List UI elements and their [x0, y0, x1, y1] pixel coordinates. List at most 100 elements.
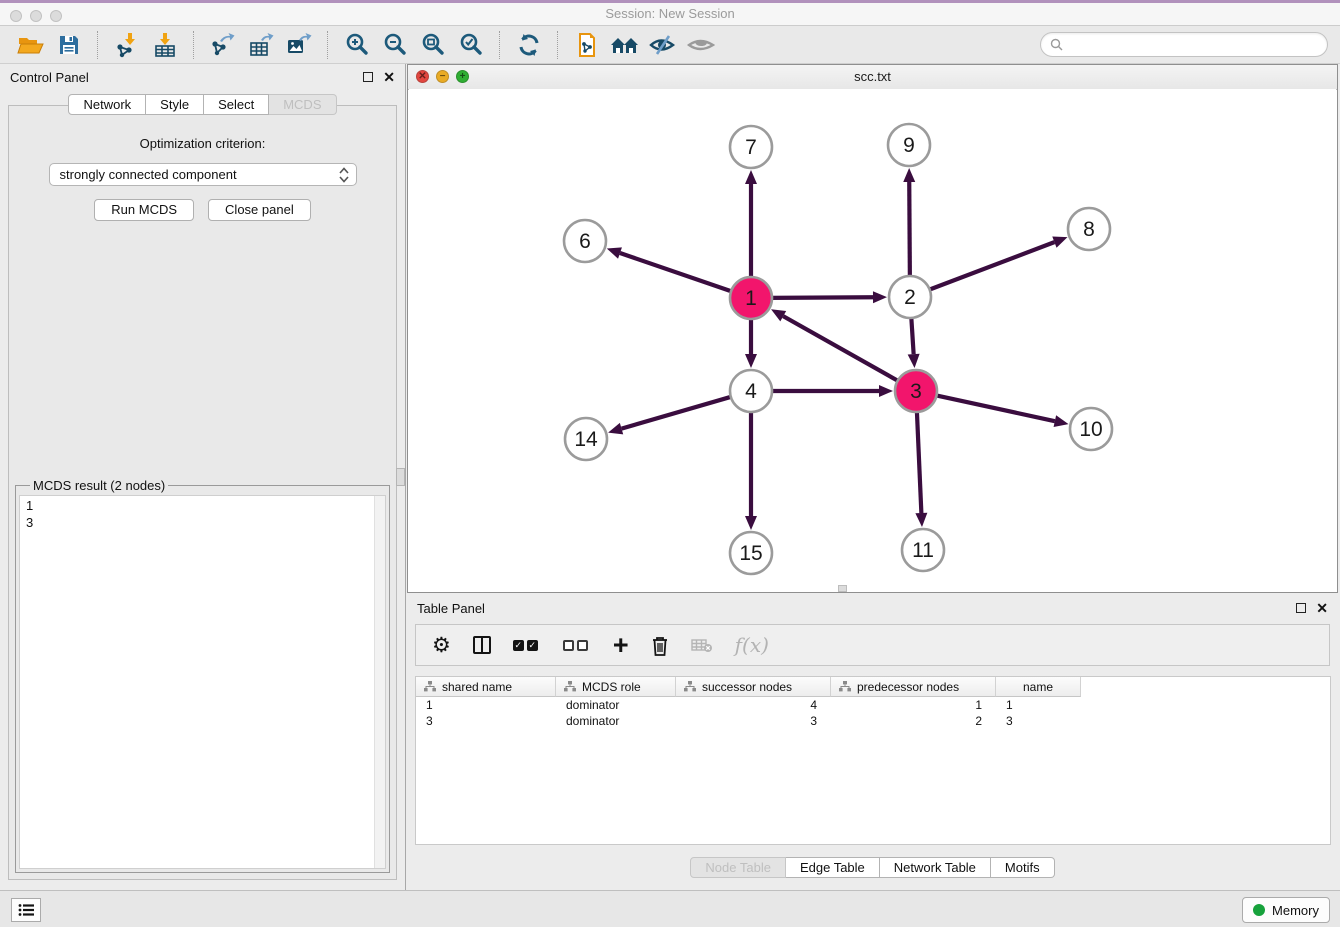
- node-label: 14: [574, 428, 598, 451]
- search-icon: [1050, 38, 1063, 51]
- network-window-title: scc.txt: [408, 65, 1337, 88]
- edge-1-6[interactable]: [620, 253, 733, 292]
- zoom-out-button[interactable]: [376, 28, 414, 62]
- maximize-network-button[interactable]: +: [456, 70, 469, 83]
- table-row[interactable]: 1dominator411: [416, 697, 1330, 713]
- network-scroll-handle[interactable]: [838, 585, 847, 592]
- table-cell[interactable]: 3: [676, 713, 831, 729]
- window-traffic-lights[interactable]: [10, 10, 62, 22]
- edge-2-9[interactable]: [909, 182, 910, 278]
- edge-2-3[interactable]: [911, 316, 913, 354]
- export-image-icon: [286, 32, 312, 58]
- column-header-shared-name[interactable]: shared name: [416, 677, 556, 697]
- tab-motifs[interactable]: Motifs: [991, 857, 1055, 878]
- zoom-in-button[interactable]: [338, 28, 376, 62]
- mcds-result-title: MCDS result (2 nodes): [30, 478, 168, 493]
- home-button[interactable]: [606, 28, 644, 62]
- column-header-name[interactable]: name: [996, 677, 1081, 697]
- edge-3-1[interactable]: [783, 316, 899, 382]
- split-columns-icon[interactable]: [473, 636, 491, 654]
- import-network-button[interactable]: [108, 28, 146, 62]
- zoom-selected-button[interactable]: [452, 28, 490, 62]
- mcds-result-text[interactable]: 1 3: [19, 495, 386, 869]
- tab-edge-table[interactable]: Edge Table: [786, 857, 880, 878]
- minimize-window-button[interactable]: [30, 10, 42, 22]
- network-canvas[interactable]: 1234678910111415: [409, 89, 1336, 591]
- result-scrollbar[interactable]: [374, 496, 385, 868]
- export-network-button[interactable]: [204, 28, 242, 62]
- edge-3-10[interactable]: [935, 395, 1055, 421]
- table-cell[interactable]: 1: [996, 697, 1081, 713]
- tab-network[interactable]: Network: [68, 94, 146, 115]
- zoom-fit-button[interactable]: [414, 28, 452, 62]
- float-panel-icon[interactable]: [363, 72, 373, 82]
- apply-layout-button[interactable]: [510, 28, 548, 62]
- deselect-all-icon[interactable]: [563, 640, 591, 651]
- table-cell[interactable]: dominator: [556, 697, 676, 713]
- column-header-successor-nodes[interactable]: successor nodes: [676, 677, 831, 697]
- table-row[interactable]: 3dominator323: [416, 713, 1330, 729]
- trash-icon[interactable]: [651, 635, 669, 656]
- table-cell[interactable]: dominator: [556, 713, 676, 729]
- gear-icon[interactable]: ⚙: [432, 633, 451, 658]
- toolbar-separator: [327, 31, 329, 59]
- node-label: 10: [1079, 418, 1102, 441]
- network-window-titlebar[interactable]: ✕ − + scc.txt: [408, 65, 1337, 90]
- node-table[interactable]: shared nameMCDS rolesuccessor nodesprede…: [415, 676, 1331, 845]
- table-cell[interactable]: 2: [831, 713, 996, 729]
- save-session-button[interactable]: [50, 28, 88, 62]
- table-cell[interactable]: 3: [996, 713, 1081, 729]
- optimization-criterion-select[interactable]: strongly connected component: [49, 163, 357, 186]
- close-window-button[interactable]: [10, 10, 22, 22]
- panel-splitter-handle[interactable]: [396, 468, 405, 486]
- toolbar-separator: [557, 31, 559, 59]
- edge-arrowhead: [1052, 237, 1067, 248]
- table-cell[interactable]: 3: [416, 713, 556, 729]
- export-table-button[interactable]: [242, 28, 280, 62]
- edge-arrowhead: [1054, 415, 1069, 427]
- clone-network-button[interactable]: [568, 28, 606, 62]
- show-visual-button[interactable]: [682, 28, 720, 62]
- open-folder-icon: [17, 33, 45, 57]
- optimization-criterion-value: strongly connected component: [60, 167, 237, 182]
- close-panel-button[interactable]: Close panel: [208, 199, 311, 221]
- search-box[interactable]: [1040, 32, 1328, 57]
- edge-3-11[interactable]: [917, 410, 922, 513]
- add-column-icon[interactable]: +: [613, 635, 629, 655]
- hide-visual-button[interactable]: [644, 28, 682, 62]
- column-header-predecessor-nodes[interactable]: predecessor nodes: [831, 677, 996, 697]
- edge-2-8[interactable]: [928, 242, 1055, 290]
- edge-arrowhead: [745, 354, 757, 368]
- memory-button[interactable]: Memory: [1242, 897, 1330, 923]
- minimize-network-button[interactable]: −: [436, 70, 449, 83]
- tab-select[interactable]: Select: [204, 94, 269, 115]
- import-table-button[interactable]: [146, 28, 184, 62]
- table-cell[interactable]: 4: [676, 697, 831, 713]
- task-history-button[interactable]: [11, 898, 41, 922]
- tab-node-table[interactable]: Node Table: [690, 857, 786, 878]
- tab-network-table[interactable]: Network Table: [880, 857, 991, 878]
- select-all-icon[interactable]: ✓✓: [513, 640, 541, 651]
- edge-1-2[interactable]: [770, 297, 873, 298]
- edge-4-14[interactable]: [622, 396, 733, 428]
- run-mcds-button[interactable]: Run MCDS: [94, 199, 194, 221]
- close-network-button[interactable]: ✕: [416, 70, 429, 83]
- zoom-window-button[interactable]: [50, 10, 62, 22]
- export-image-button[interactable]: [280, 28, 318, 62]
- close-table-panel-icon[interactable]: ✕: [1316, 603, 1328, 613]
- network-graph[interactable]: 1234678910111415: [409, 89, 1338, 592]
- table-header-row: shared nameMCDS rolesuccessor nodesprede…: [416, 677, 1330, 697]
- table-cell[interactable]: 1: [831, 697, 996, 713]
- table-panel-title: Table Panel: [417, 601, 485, 616]
- tab-mcds[interactable]: MCDS: [269, 94, 336, 115]
- column-header-MCDS-role[interactable]: MCDS role: [556, 677, 676, 697]
- edge-arrowhead: [903, 168, 915, 182]
- float-table-panel-icon[interactable]: [1296, 603, 1306, 613]
- open-session-button[interactable]: [12, 28, 50, 62]
- tab-style[interactable]: Style: [146, 94, 204, 115]
- table-cell[interactable]: 1: [416, 697, 556, 713]
- control-panel-header: Control Panel ✕: [0, 64, 405, 90]
- close-panel-icon[interactable]: ✕: [383, 72, 395, 82]
- status-bar: Memory: [0, 890, 1340, 927]
- search-input[interactable]: [1068, 36, 1318, 53]
